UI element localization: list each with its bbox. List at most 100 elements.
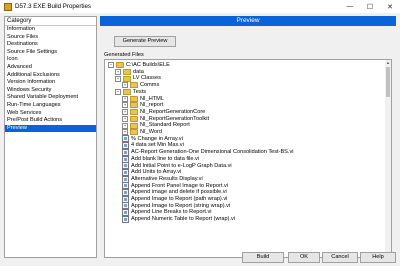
tree-scrollbar[interactable]: ▲ ▼ bbox=[385, 60, 391, 257]
folder-icon bbox=[123, 75, 131, 82]
tree-file-row[interactable]: Append Line Breaks to Report.vi bbox=[122, 209, 212, 217]
tree-item-label: Append Numeric Table to Report (wrap).vi bbox=[131, 216, 236, 223]
tree-item-label: C:\AC Builds\ELE bbox=[126, 62, 170, 68]
expand-icon[interactable]: + bbox=[122, 122, 128, 129]
tree-item-label: 4 data set Min Max.vi bbox=[131, 142, 184, 149]
collapse-icon[interactable]: − bbox=[108, 62, 114, 69]
folder-icon bbox=[116, 62, 124, 69]
category-item[interactable]: Run-Time Languages bbox=[5, 102, 96, 110]
tree-file-row[interactable]: AC-Report Generation-One Dimensional Con… bbox=[122, 148, 294, 156]
ok-button[interactable]: OK bbox=[288, 252, 320, 263]
category-item[interactable]: Advanced bbox=[5, 64, 96, 72]
help-button[interactable]: Help bbox=[360, 252, 396, 263]
tree-folder-row[interactable]: − C:\AC Builds\ELE bbox=[108, 62, 170, 69]
folder-icon bbox=[130, 95, 138, 102]
category-item[interactable]: Shared Variable Deployment bbox=[5, 94, 96, 102]
category-item[interactable]: Web Services bbox=[5, 110, 96, 118]
scroll-up-icon[interactable]: ▲ bbox=[385, 60, 391, 66]
category-item[interactable]: Source File Settings bbox=[5, 49, 96, 57]
tree-item-label: Append Image to Report (path wrap).vi bbox=[131, 196, 228, 202]
close-icon[interactable]: ✕ bbox=[380, 0, 400, 13]
tree-item-label: NI_report bbox=[140, 102, 164, 109]
tree-file-row[interactable]: Append Image to Report (string wrap).vi bbox=[122, 202, 231, 210]
expand-icon[interactable]: + bbox=[115, 68, 121, 75]
category-item[interactable]: Additional Exclusions bbox=[5, 72, 96, 80]
category-item[interactable]: Preview bbox=[5, 124, 96, 133]
window-controls: — ☐ ✕ bbox=[340, 0, 400, 13]
tree-file-row[interactable]: Append Front Panel Image to Report.vi bbox=[122, 182, 229, 190]
expand-icon[interactable]: + bbox=[122, 82, 128, 89]
tree-folder-row[interactable]: + data bbox=[115, 69, 144, 76]
tree-item-label: data bbox=[133, 68, 144, 75]
generate-preview-button[interactable]: Generate Preview bbox=[114, 36, 176, 47]
tree-file-row[interactable]: 4 data set Min Max.vi bbox=[122, 142, 184, 150]
tree-item-label: NI_Standard Report bbox=[140, 122, 190, 129]
folder-icon bbox=[123, 89, 131, 96]
tree-item-label: Append Front Panel Image to Report.vi bbox=[131, 182, 229, 189]
category-item[interactable]: Windows Security bbox=[5, 87, 96, 95]
expand-icon[interactable]: + bbox=[122, 95, 128, 102]
generated-files-label: Generated Files bbox=[104, 52, 144, 58]
category-item[interactable]: Pre/Post Build Actions bbox=[5, 117, 96, 125]
generated-files-tree: − C:\AC Builds\ELE + data + LV Classes + Comms −… bbox=[104, 59, 392, 258]
tree-item-label: Append Image to Report (string wrap).vi bbox=[131, 202, 231, 209]
tree-item-label: Comms bbox=[140, 82, 160, 89]
vi-file-icon bbox=[122, 215, 129, 223]
tree-item-label: Add blank line to data file.vi bbox=[131, 155, 200, 162]
expand-icon[interactable]: + bbox=[122, 115, 128, 122]
tree-item-label: AC-Report Generation-One Dimensional Con… bbox=[131, 149, 294, 156]
tree-file-row[interactable]: Alternative Results Display.vi bbox=[122, 175, 203, 183]
tree-item-label: Tests bbox=[133, 88, 147, 95]
tree-item-label: Alternative Results Display.vi bbox=[131, 175, 203, 182]
tree-file-row[interactable]: Add Initial Point to e-LogP Graph Data.v… bbox=[122, 162, 232, 170]
folder-icon bbox=[130, 109, 138, 116]
tree-file-row[interactable]: Add Units to Array.vi bbox=[122, 168, 182, 176]
expand-icon[interactable]: + bbox=[115, 75, 121, 82]
app-icon bbox=[4, 2, 12, 11]
preview-header: Preview bbox=[100, 16, 396, 26]
tree-folder-row[interactable]: + LV Classes bbox=[115, 75, 161, 82]
tree-folder-row[interactable]: + NI_Standard Report bbox=[122, 122, 190, 129]
tree-item-label: NI_HTML bbox=[140, 95, 164, 102]
tree-folder-row[interactable]: + NI_report bbox=[122, 102, 163, 109]
minimize-icon[interactable]: — bbox=[340, 0, 360, 13]
category-item[interactable]: Destinations bbox=[5, 41, 96, 49]
tree-folder-row[interactable]: − Tests bbox=[115, 89, 146, 96]
maximize-icon[interactable]: ☐ bbox=[360, 0, 380, 13]
tree-folder-row[interactable]: + NI_HTML bbox=[122, 96, 164, 103]
tree-folder-row[interactable]: + NI_ReportGenerationCore bbox=[122, 109, 205, 116]
folder-icon bbox=[123, 68, 131, 75]
window-title: D57.3 EXE Build Properties bbox=[15, 3, 92, 10]
tree-item-label: NI_ReportGenerationCore bbox=[140, 108, 206, 115]
expand-icon[interactable]: + bbox=[122, 129, 128, 136]
tree-file-row[interactable]: Append Numeric Table to Report (wrap).vi bbox=[122, 215, 236, 223]
title-bar: D57.3 EXE Build Properties — ☐ ✕ bbox=[0, 0, 400, 13]
folder-icon bbox=[130, 102, 138, 109]
tree-item-label: Add Initial Point to e-LogP Graph Data.v… bbox=[131, 162, 232, 169]
cancel-button[interactable]: Cancel bbox=[322, 252, 358, 263]
build-button[interactable]: Build bbox=[242, 252, 284, 263]
expand-icon[interactable]: + bbox=[122, 102, 128, 109]
expand-icon[interactable]: + bbox=[122, 109, 128, 116]
folder-icon bbox=[130, 129, 138, 136]
tree-file-row[interactable]: % Change in Array.vi bbox=[122, 135, 183, 143]
category-header: Category bbox=[5, 17, 96, 26]
category-item[interactable]: Version Information bbox=[5, 79, 96, 87]
tree-folder-row[interactable]: + Comms bbox=[122, 82, 159, 89]
tree-file-row[interactable]: Add blank line to data file.vi bbox=[122, 155, 200, 163]
category-item[interactable]: Information bbox=[5, 26, 96, 34]
folder-icon bbox=[130, 122, 138, 129]
category-item[interactable]: Source Files bbox=[5, 34, 96, 42]
tree-item-label: LV Classes bbox=[133, 75, 161, 82]
folder-icon bbox=[130, 115, 138, 122]
tree-file-row[interactable]: Append image and delete if possible.vi bbox=[122, 189, 227, 197]
tree-item-label: NI_ReportGenerationToolkit bbox=[140, 115, 210, 122]
scroll-thumb[interactable] bbox=[386, 67, 390, 97]
tree-item-label: Add Units to Array.vi bbox=[131, 169, 182, 176]
tree-folder-row[interactable]: + NI_ReportGenerationToolkit bbox=[122, 116, 209, 123]
category-item[interactable]: Icon bbox=[5, 56, 96, 64]
collapse-icon[interactable]: − bbox=[115, 89, 121, 96]
category-list: Category Information Source Files Destinat… bbox=[4, 16, 97, 258]
tree-file-row[interactable]: Append Image to Report (path wrap).vi bbox=[122, 195, 228, 203]
tree-item-label: % Change in Array.vi bbox=[131, 135, 183, 142]
